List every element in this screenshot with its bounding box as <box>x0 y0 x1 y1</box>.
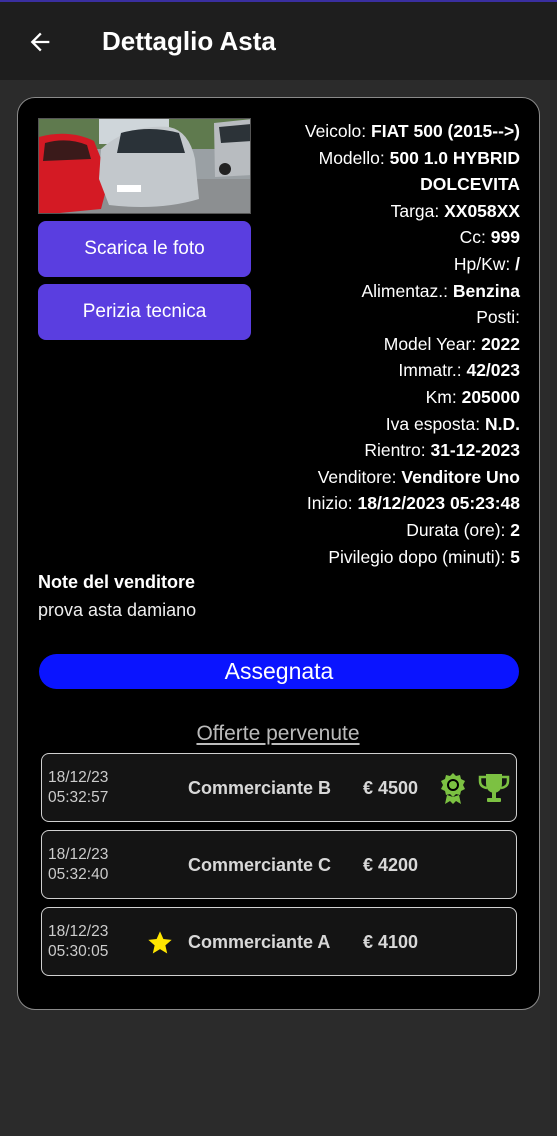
offer-amount: € 4500 <box>363 778 419 798</box>
offer-dealer: Commerciante A <box>188 932 331 952</box>
detail-durata: Durata (ore): 2 <box>406 519 520 540</box>
detail-inizio: Inizio: 18/12/2023 05:23:48 <box>306 493 520 514</box>
detail-model-year: Model Year: 2022 <box>383 333 520 354</box>
detail-cc: Cc: 999 <box>459 227 520 248</box>
technical-report-button[interactable]: Perizia tecnica <box>38 284 251 340</box>
vehicle-photo[interactable] <box>38 118 251 214</box>
offer-datetime: 18/12/23 05:32:57 <box>48 769 109 806</box>
offer-datetime: 18/12/23 05:32:40 <box>48 846 109 883</box>
detail-modello: Modello: 500 1.0 HYBRID DOLCEVITA <box>318 147 520 195</box>
award-icon <box>441 773 465 804</box>
offer-row[interactable]: 18/12/23 05:30:05 Commerciante A € 4100 <box>41 907 517 976</box>
offer-row[interactable]: 18/12/23 05:32:40 Commerciante C € 4200 <box>41 830 517 899</box>
detail-privilegio: Pivilegio dopo (minuti): 5 <box>328 546 520 567</box>
detail-veicolo: Veicolo: FIAT 500 (2015-->) <box>304 121 520 141</box>
detail-targa: Targa: XX058XX <box>390 200 520 221</box>
offer-dealer: Commerciante C <box>188 855 332 875</box>
detail-venditore: Venditore: Venditore Uno <box>317 466 520 487</box>
download-photos-button[interactable]: Scarica le foto <box>38 221 251 277</box>
auction-card: Scarica le foto Perizia tecnica Veicolo:… <box>17 97 540 1010</box>
detail-iva: Iva esposta: N.D. <box>385 413 520 434</box>
app-bar: Dettaglio Asta <box>0 2 557 80</box>
back-button[interactable] <box>20 22 60 62</box>
vehicle-details: Veicolo: FIAT 500 (2015-->) Modello: 500… <box>230 118 520 570</box>
arrow-left-icon <box>30 32 50 52</box>
detail-posti: Posti: <box>476 307 520 328</box>
trophy-icon <box>478 774 510 802</box>
offer-dealer: Commerciante B <box>188 778 332 798</box>
seller-notes-text: prova asta damiano <box>38 600 197 620</box>
auction-status-badge: Assegnata <box>39 654 519 689</box>
offer-amount: € 4100 <box>363 932 419 952</box>
detail-km: Km: 205000 <box>425 386 520 407</box>
offer-amount: € 4200 <box>363 855 419 875</box>
page-title: Dettaglio Asta <box>102 26 276 56</box>
detail-rientro: Rientro: 31-12-2023 <box>364 440 520 461</box>
detail-hpkw: Hp/Kw: / <box>453 253 520 274</box>
offers-title: Offerte pervenute <box>196 722 360 745</box>
star-icon <box>148 931 172 954</box>
detail-alimentazione: Alimentaz.: Benzina <box>361 280 520 301</box>
offer-row[interactable]: 18/12/23 05:32:57 Commerciante B € 4500 <box>41 753 517 822</box>
car-photo-image <box>39 119 250 213</box>
seller-notes-title: Note del venditore <box>38 572 196 592</box>
offer-datetime: 18/12/23 05:30:05 <box>48 923 109 960</box>
detail-immatricolazione: Immatr.: 42/023 <box>398 360 520 381</box>
